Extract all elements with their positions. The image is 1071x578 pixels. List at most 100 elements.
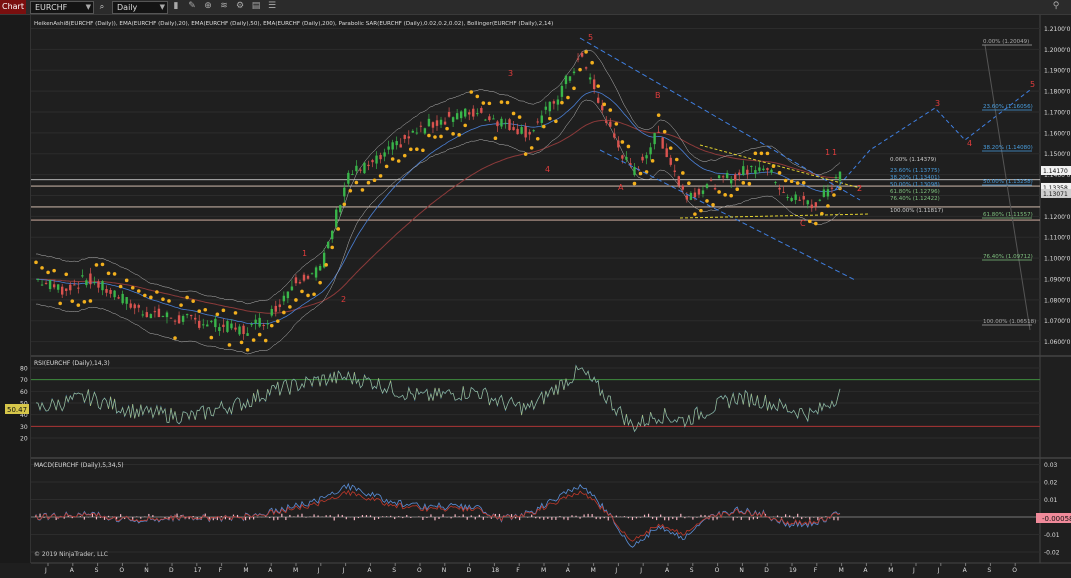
candle-body [113,290,116,298]
sar-dot [608,108,613,112]
sar-dot [143,293,147,298]
wave-label: 2 [341,295,346,304]
candle-body [451,117,455,122]
candle-body [596,97,600,103]
macd-line [35,482,841,548]
candle-body [282,295,286,302]
sar-dot [499,100,504,104]
candle-body [605,121,608,123]
candle-body [141,314,144,316]
candle-body [177,315,181,324]
candle-body [484,119,487,121]
candle-body [536,121,539,123]
candle-body [778,187,781,190]
sar-dot [711,202,715,207]
rsi-tick-label: 60 [20,389,28,396]
fib-level-label: 23.60% (1.16056) [983,104,1033,110]
candle-body [193,317,197,320]
x-tick-label: J [912,567,915,574]
candle-body [65,288,68,291]
candle-body [540,115,543,123]
sar-dot [221,308,226,313]
candle-body [826,189,830,197]
candle-body [689,192,693,200]
sar-dot [100,262,105,267]
candle-body [407,136,410,139]
sar-dot [372,178,377,183]
sar-dot [517,115,522,119]
candle-body [532,130,535,132]
candle-body [60,286,64,295]
sar-dot [124,278,129,283]
x-tick-label: A [963,567,968,574]
candle-body [443,121,447,125]
candle-body [717,175,721,179]
candle-body [161,315,165,317]
y-tick-label: 1.1600'0 [1044,130,1071,137]
candle-body [198,320,201,328]
candle-body [314,267,318,278]
x-tick-label: A [863,567,868,574]
candle-body [89,273,92,285]
candle-body [270,308,273,316]
x-tick-label: O [715,567,720,574]
y-tick-label: 1.0900'0 [1044,276,1071,283]
candle-body [810,204,813,209]
candle-body [830,187,834,189]
macd-plot [35,482,841,548]
x-tick-label: S [95,567,99,574]
sar-dot [312,292,316,297]
sar-dot [384,164,389,169]
candle-body [210,320,213,322]
candle-body [681,185,685,190]
x-tick-label: J [44,567,47,574]
x-tick-label: J [317,567,320,574]
sar-dot [354,180,359,185]
candle-body [758,167,761,171]
fib-level-label: 0.00% (1.20049) [983,39,1029,45]
sar-dot [535,136,540,141]
sar-dot [826,204,830,208]
candle-body [794,194,797,201]
candle-body [754,170,757,174]
x-tick-label: J [614,567,617,574]
sar-dot [306,293,310,298]
x-tick-label: M [243,567,248,574]
sar-dot [161,297,165,302]
candle-body [669,157,672,165]
sar-dot [717,190,721,194]
sar-dot [451,132,455,136]
sar-dot [650,159,655,163]
candle-body [48,279,52,290]
sar-dot [590,60,594,65]
sar-dot [427,133,431,138]
y-tick-label: 1.1700'0 [1044,109,1071,116]
candle-body [165,312,169,318]
y-tick-label: 1.0600'0 [1044,339,1071,346]
sar-dot [493,136,498,141]
fib-level-label: 76.40% (1.12422) [890,196,940,202]
sar-dot [523,152,528,156]
chart-window: { "toolbar": { "chart_tab": "Chart", "in… [0,0,1071,578]
sar-dot [662,129,667,134]
y-tick-label: 1.0800'0 [1044,297,1071,304]
candle-body [709,179,713,181]
candle-body [157,308,161,318]
candle-body [169,317,173,319]
sar-dot [300,289,304,294]
candle-body [625,156,628,160]
sar-dot [699,208,703,213]
candle-body [226,321,229,332]
candle-body [351,174,354,176]
candle-body [85,280,88,286]
y-tick-label: 1.2100'0 [1044,26,1071,33]
candle-body [701,190,705,194]
sar-dot [614,122,619,126]
candle-body [214,318,217,328]
macd-signal-line [35,489,841,542]
candle-body [548,101,552,112]
x-tick-label: S [987,567,991,574]
candle-body [403,134,406,139]
chart-canvas[interactable]: 12345ABC1234512 0.00% (1.20049)23.60% (1… [0,0,1071,578]
candle-body [363,162,366,174]
